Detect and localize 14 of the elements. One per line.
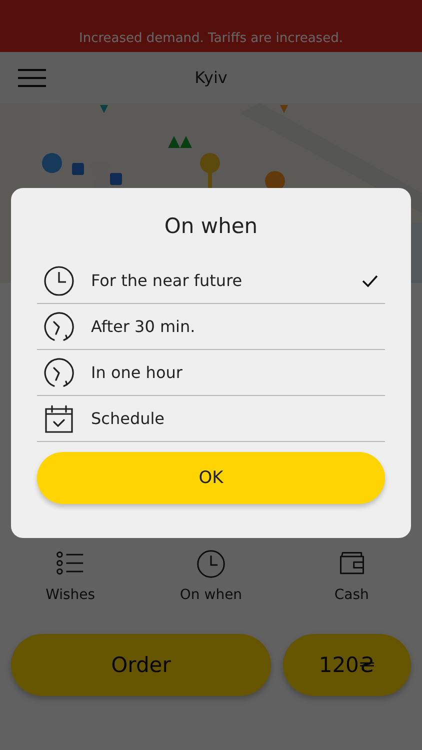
city-title: Kyiv: [194, 68, 228, 87]
dialog-title: On when: [163, 214, 259, 238]
time-option[interactable]: After 30 min.: [37, 304, 385, 350]
ok-button[interactable]: OK: [37, 452, 385, 504]
time-option[interactable]: In one hour: [37, 350, 385, 396]
menu-icon[interactable]: [18, 69, 46, 87]
timer-icon: [43, 310, 75, 342]
clock-icon: [43, 264, 75, 296]
time-option[interactable]: For the near future: [37, 258, 385, 304]
time-option[interactable]: Schedule: [37, 396, 385, 442]
clock-icon: [196, 549, 226, 579]
banner-text: Increased demand. Tariffs are increased.: [79, 31, 343, 46]
timer-icon: [43, 356, 75, 388]
calendar-icon: [43, 402, 75, 434]
